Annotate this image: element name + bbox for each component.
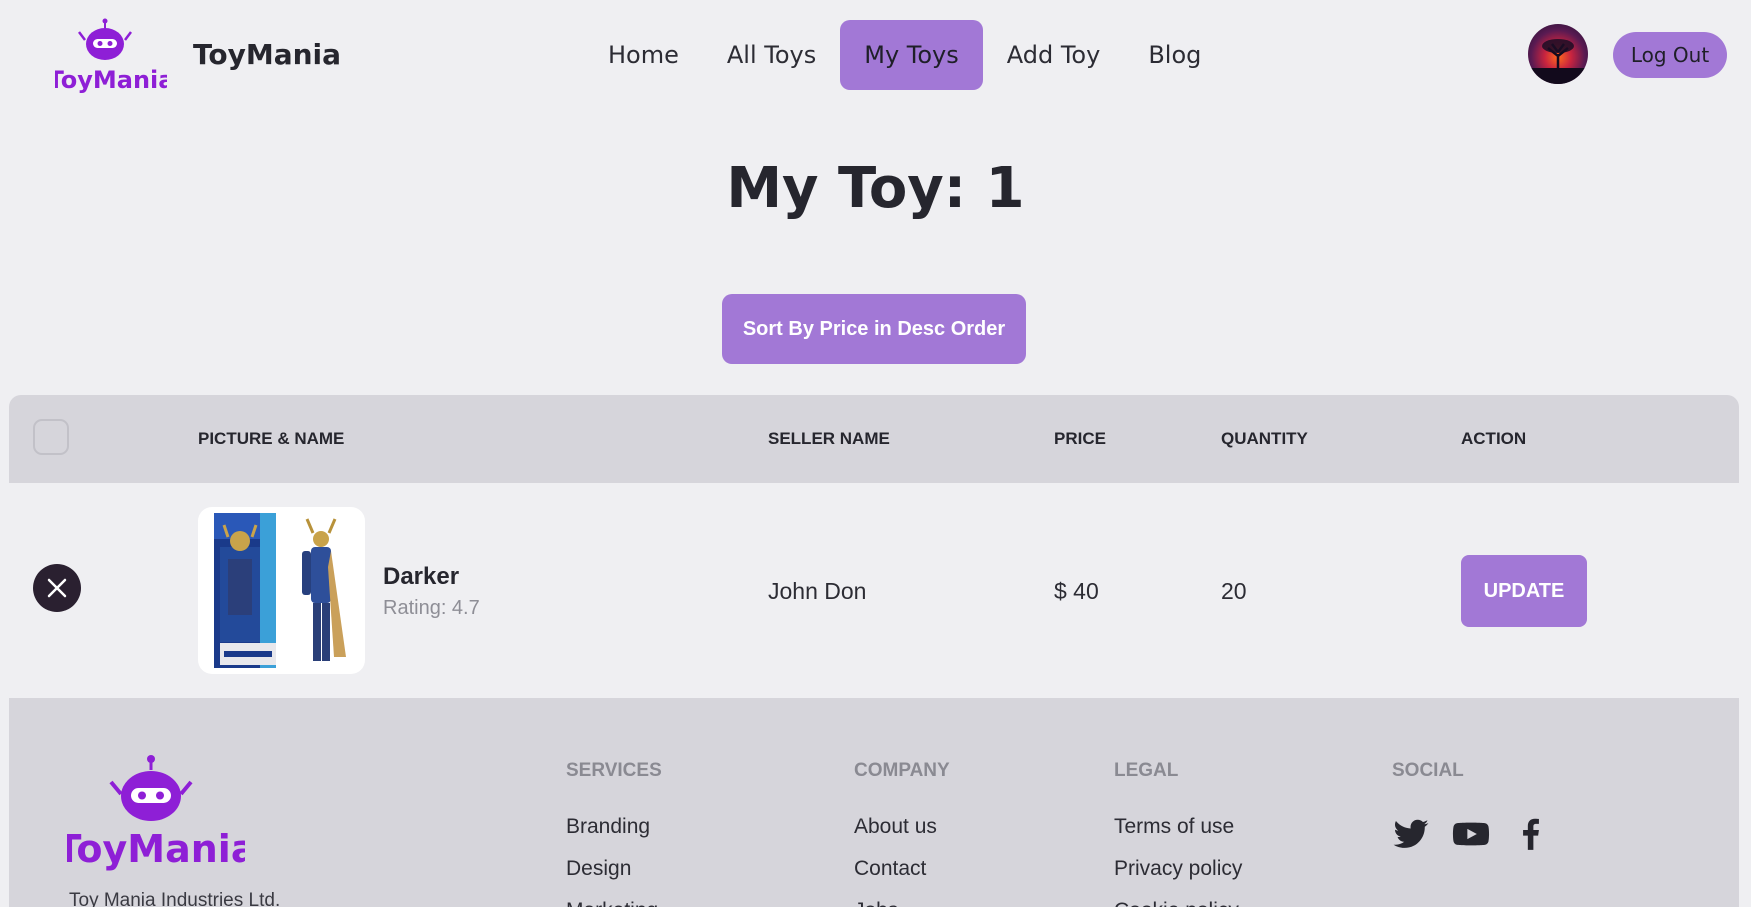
footer-services: SERVICES Branding Design Marketing: [566, 760, 662, 907]
footer-social: SOCIAL: [1392, 760, 1550, 853]
select-all-checkbox[interactable]: [33, 419, 69, 455]
twitter-icon[interactable]: [1392, 815, 1430, 853]
header-price: PRICE: [1054, 429, 1106, 448]
footer-link-design[interactable]: Design: [566, 857, 662, 899]
header-seller-name: SELLER NAME: [768, 429, 890, 448]
seller-name: John Don: [768, 578, 867, 604]
footer-link-jobs[interactable]: Jobs: [854, 899, 950, 907]
main-nav: Home All Toys My Toys Add Toy Blog: [584, 20, 1225, 90]
social-icons: [1392, 815, 1550, 853]
header-action: ACTION: [1461, 429, 1527, 448]
svg-text:ToyMania: ToyMania: [67, 827, 245, 871]
user-avatar[interactable]: [1528, 24, 1588, 84]
svg-text:ToyMania: ToyMania: [55, 66, 167, 94]
toy-price: $ 40: [1054, 578, 1099, 604]
update-button[interactable]: UPDATE: [1461, 555, 1587, 627]
footer-link-cookie[interactable]: Cookie policy: [1114, 899, 1242, 907]
footer-link-terms[interactable]: Terms of use: [1114, 815, 1242, 857]
toy-name: Darker: [383, 563, 460, 590]
nav-home[interactable]: Home: [584, 20, 703, 90]
delete-button[interactable]: [33, 564, 81, 612]
footer-heading-legal: LEGAL: [1114, 760, 1179, 781]
sort-by-price-button[interactable]: Sort By Price in Desc Order: [722, 294, 1026, 364]
facebook-icon[interactable]: [1512, 815, 1550, 853]
footer-link-contact[interactable]: Contact: [854, 857, 950, 899]
company-name: Toy Mania Industries Ltd.: [69, 890, 281, 907]
toy-rating: Rating: 4.7: [383, 597, 480, 619]
footer-heading-company: COMPANY: [854, 760, 950, 781]
table-row: Darker Rating: 4.7 John Don $ 40 20 UPDA…: [9, 483, 1739, 698]
toymania-logo-footer: ToyMania: [67, 755, 245, 871]
footer-heading-social: SOCIAL: [1392, 760, 1464, 781]
footer-link-marketing[interactable]: Marketing: [566, 899, 662, 907]
brand-name: ToyMania: [193, 38, 342, 71]
table-header: PICTURE & NAME SELLER NAME PRICE QUANTIT…: [9, 395, 1739, 483]
nav-my-toys[interactable]: My Toys: [840, 20, 983, 90]
header-quantity: QUANTITY: [1221, 429, 1308, 448]
footer-legal: LEGAL Terms of use Privacy policy Cookie…: [1114, 760, 1242, 907]
footer: ToyMania Toy Mania Industries Ltd. SERVI…: [9, 698, 1739, 907]
close-icon: [47, 578, 67, 598]
page-title: My Toy: 1: [726, 156, 1025, 221]
nav-all-toys[interactable]: All Toys: [703, 20, 840, 90]
toy-picture: [198, 507, 365, 674]
logout-button[interactable]: Log Out: [1613, 32, 1727, 78]
footer-heading-services: SERVICES: [566, 760, 662, 781]
navbar: ToyMania ToyMania Home All Toys My Toys …: [0, 0, 1751, 115]
nav-add-toy[interactable]: Add Toy: [983, 20, 1125, 90]
toymania-logo[interactable]: ToyMania: [55, 18, 167, 94]
nav-blog[interactable]: Blog: [1124, 20, 1225, 90]
footer-link-about[interactable]: About us: [854, 815, 950, 857]
footer-link-privacy[interactable]: Privacy policy: [1114, 857, 1242, 899]
toy-quantity: 20: [1221, 578, 1247, 604]
footer-link-branding[interactable]: Branding: [566, 815, 662, 857]
youtube-icon[interactable]: [1452, 815, 1490, 853]
footer-company: COMPANY About us Contact Jobs: [854, 760, 950, 907]
header-picture-name: PICTURE & NAME: [198, 429, 345, 448]
